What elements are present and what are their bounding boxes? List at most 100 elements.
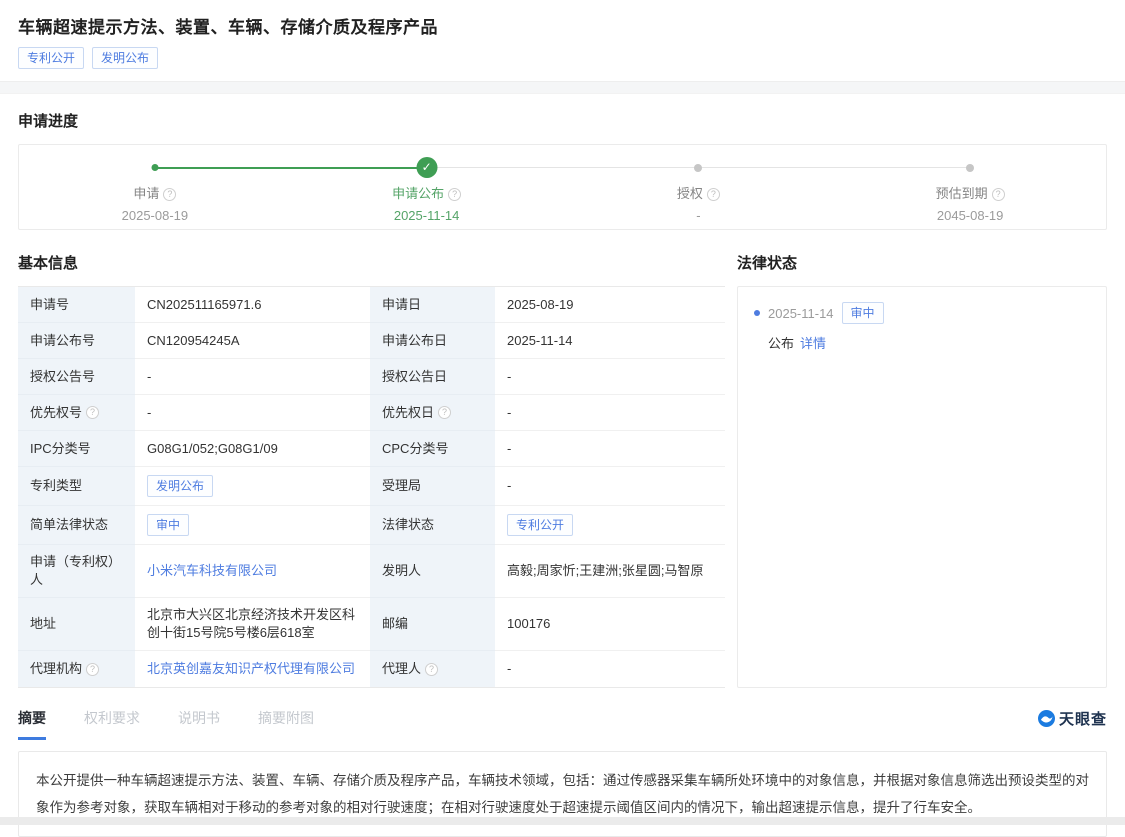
step-label: 申请公布 xyxy=(392,186,444,201)
row-label: 申请公布号 xyxy=(18,323,135,359)
progress-heading: 申请进度 xyxy=(18,110,1107,131)
inventors: 高毅;周家忻;王建洲;张星圆;马智原 xyxy=(495,545,725,598)
table-row: 简单法律状态 审中 法律状态 专利公开 xyxy=(18,506,725,545)
row-label: 授权公告日 xyxy=(370,359,495,395)
step-label: 预估到期 xyxy=(936,186,988,201)
step-dot-pending xyxy=(694,164,702,172)
row-label: 申请日 xyxy=(370,287,495,323)
help-icon[interactable]: ? xyxy=(86,406,99,419)
step-label: 申请 xyxy=(133,186,159,201)
row-label: 发明人 xyxy=(370,545,495,598)
step-date: 2025-08-19 xyxy=(19,208,291,223)
tab-abstract[interactable]: 摘要 xyxy=(18,708,46,740)
row-label: 地址 xyxy=(18,598,135,651)
tianyancha-logo-icon xyxy=(1038,710,1055,727)
postcode: 100176 xyxy=(495,598,725,651)
table-row: 地址 北京市大兴区北京经济技术开发区科创十街15号院5号楼6层618室 邮编 1… xyxy=(18,598,725,651)
row-label: 邮编 xyxy=(370,598,495,651)
tab-abstract-figure[interactable]: 摘要附图 xyxy=(258,708,314,737)
row-label: 申请号 xyxy=(18,287,135,323)
legal-status-tag: 专利公开 xyxy=(507,514,573,536)
legal-status-item: 2025-11-14 审中 公布详情 xyxy=(754,302,1090,352)
tag-patent-publication: 专利公开 xyxy=(18,47,84,69)
basic-info-table: 申请号 CN202511165971.6 申请日 2025-08-19 申请公布… xyxy=(18,286,725,688)
row-label: CPC分类号 xyxy=(370,431,495,467)
help-icon[interactable]: ? xyxy=(438,406,451,419)
row-label: 受理局 xyxy=(370,467,495,506)
application-number: CN202511165971.6 xyxy=(135,287,370,323)
step-date: 2045-08-19 xyxy=(834,208,1106,223)
bottom-band xyxy=(0,817,1125,825)
abstract-text: 本公开提供一种车辆超速提示方法、装置、车辆、存储介质及程序产品，车辆技术领域，包… xyxy=(36,773,1089,815)
help-icon[interactable]: ? xyxy=(448,188,461,201)
table-row: IPC分类号 G08G1/052;G08G1/09 CPC分类号 - xyxy=(18,431,725,467)
tag-invention-publication: 发明公布 xyxy=(92,47,158,69)
row-label: 优先权日 xyxy=(382,404,434,422)
table-row: 授权公告号 - 授权公告日 - xyxy=(18,359,725,395)
step-dot-done xyxy=(151,164,158,171)
table-row: 申请公布号 CN120954245A 申请公布日 2025-11-14 xyxy=(18,323,725,359)
priority-date: - xyxy=(495,395,725,431)
application-date: 2025-08-19 xyxy=(495,287,725,323)
page-header: 车辆超速提示方法、装置、车辆、存储介质及程序产品 专利公开 发明公布 xyxy=(0,0,1125,81)
receiving-office: - xyxy=(495,467,725,506)
table-row: 优先权号? - 优先权日? - xyxy=(18,395,725,431)
legal-status-detail-link[interactable]: 详情 xyxy=(800,336,826,351)
row-label: 授权公告号 xyxy=(18,359,135,395)
legal-status-date: 2025-11-14 xyxy=(768,306,834,321)
row-label: 简单法律状态 xyxy=(18,506,135,545)
row-label: 代理机构 xyxy=(30,660,82,678)
publication-number: CN120954245A xyxy=(135,323,370,359)
page-title: 车辆超速提示方法、装置、车辆、存储介质及程序产品 xyxy=(18,13,1107,38)
legal-status-item-tag: 审中 xyxy=(842,302,884,324)
step-date: 2025-11-14 xyxy=(291,208,563,223)
table-row: 申请（专利权）人 小米汽车科技有限公司 发明人 高毅;周家忻;王建洲;张星圆;马… xyxy=(18,545,725,598)
step-date: - xyxy=(563,208,835,223)
step-label: 授权 xyxy=(677,186,703,201)
timeline-step-application: 申请? 2025-08-19 xyxy=(19,145,291,229)
timeline-step-grant: 授权? - xyxy=(563,145,835,229)
timeline-step-publication: ✓ 申请公布? 2025-11-14 xyxy=(291,145,563,229)
detail-tabs: 摘要 权利要求 说明书 摘要附图 天眼查 xyxy=(0,708,1125,740)
help-icon[interactable]: ? xyxy=(707,188,720,201)
help-icon[interactable]: ? xyxy=(163,188,176,201)
help-icon[interactable]: ? xyxy=(86,663,99,676)
table-row: 专利类型 发明公布 受理局 - xyxy=(18,467,725,506)
row-label: 代理人 xyxy=(382,660,421,678)
help-icon[interactable]: ? xyxy=(992,188,1005,201)
basic-info-heading: 基本信息 xyxy=(18,252,725,273)
address: 北京市大兴区北京经济技术开发区科创十街15号院5号楼6层618室 xyxy=(135,598,370,651)
row-label: 申请公布日 xyxy=(370,323,495,359)
agency-link[interactable]: 北京英创嘉友知识产权代理有限公司 xyxy=(147,660,355,678)
priority-number: - xyxy=(135,395,370,431)
tianyancha-logo-text: 天眼查 xyxy=(1059,708,1107,729)
bullet-dot-icon xyxy=(754,310,760,316)
applicant-link[interactable]: 小米汽车科技有限公司 xyxy=(147,562,277,580)
tab-claims[interactable]: 权利要求 xyxy=(84,708,140,737)
row-label: IPC分类号 xyxy=(18,431,135,467)
simple-legal-status-tag: 审中 xyxy=(147,514,189,536)
help-icon[interactable]: ? xyxy=(425,663,438,676)
title-tags: 专利公开 发明公布 xyxy=(18,47,1107,69)
patent-type-tag: 发明公布 xyxy=(147,475,213,497)
table-row: 申请号 CN202511165971.6 申请日 2025-08-19 xyxy=(18,287,725,323)
tab-description[interactable]: 说明书 xyxy=(178,708,220,737)
row-label: 优先权号 xyxy=(30,404,82,422)
section-separator xyxy=(0,81,1125,94)
publication-date: 2025-11-14 xyxy=(495,323,725,359)
progress-timeline: 申请? 2025-08-19 ✓ 申请公布? 2025-11-14 授权? - … xyxy=(18,144,1107,230)
legal-status-action: 公布 xyxy=(768,336,794,351)
tianyancha-brand: 天眼查 xyxy=(1038,708,1107,729)
check-circle-icon: ✓ xyxy=(416,157,437,178)
agent: - xyxy=(495,651,725,687)
cpc-class: - xyxy=(495,431,725,467)
timeline-step-estimated-expiry: 预估到期? 2045-08-19 xyxy=(834,145,1106,229)
step-dot-pending xyxy=(966,164,974,172)
row-label: 专利类型 xyxy=(18,467,135,506)
row-label: 申请（专利权）人 xyxy=(18,545,135,598)
legal-status-panel: 2025-11-14 审中 公布详情 xyxy=(737,286,1107,688)
legal-status-heading: 法律状态 xyxy=(737,252,1107,273)
row-label: 法律状态 xyxy=(370,506,495,545)
grant-number: - xyxy=(135,359,370,395)
ipc-class: G08G1/052;G08G1/09 xyxy=(135,431,370,467)
